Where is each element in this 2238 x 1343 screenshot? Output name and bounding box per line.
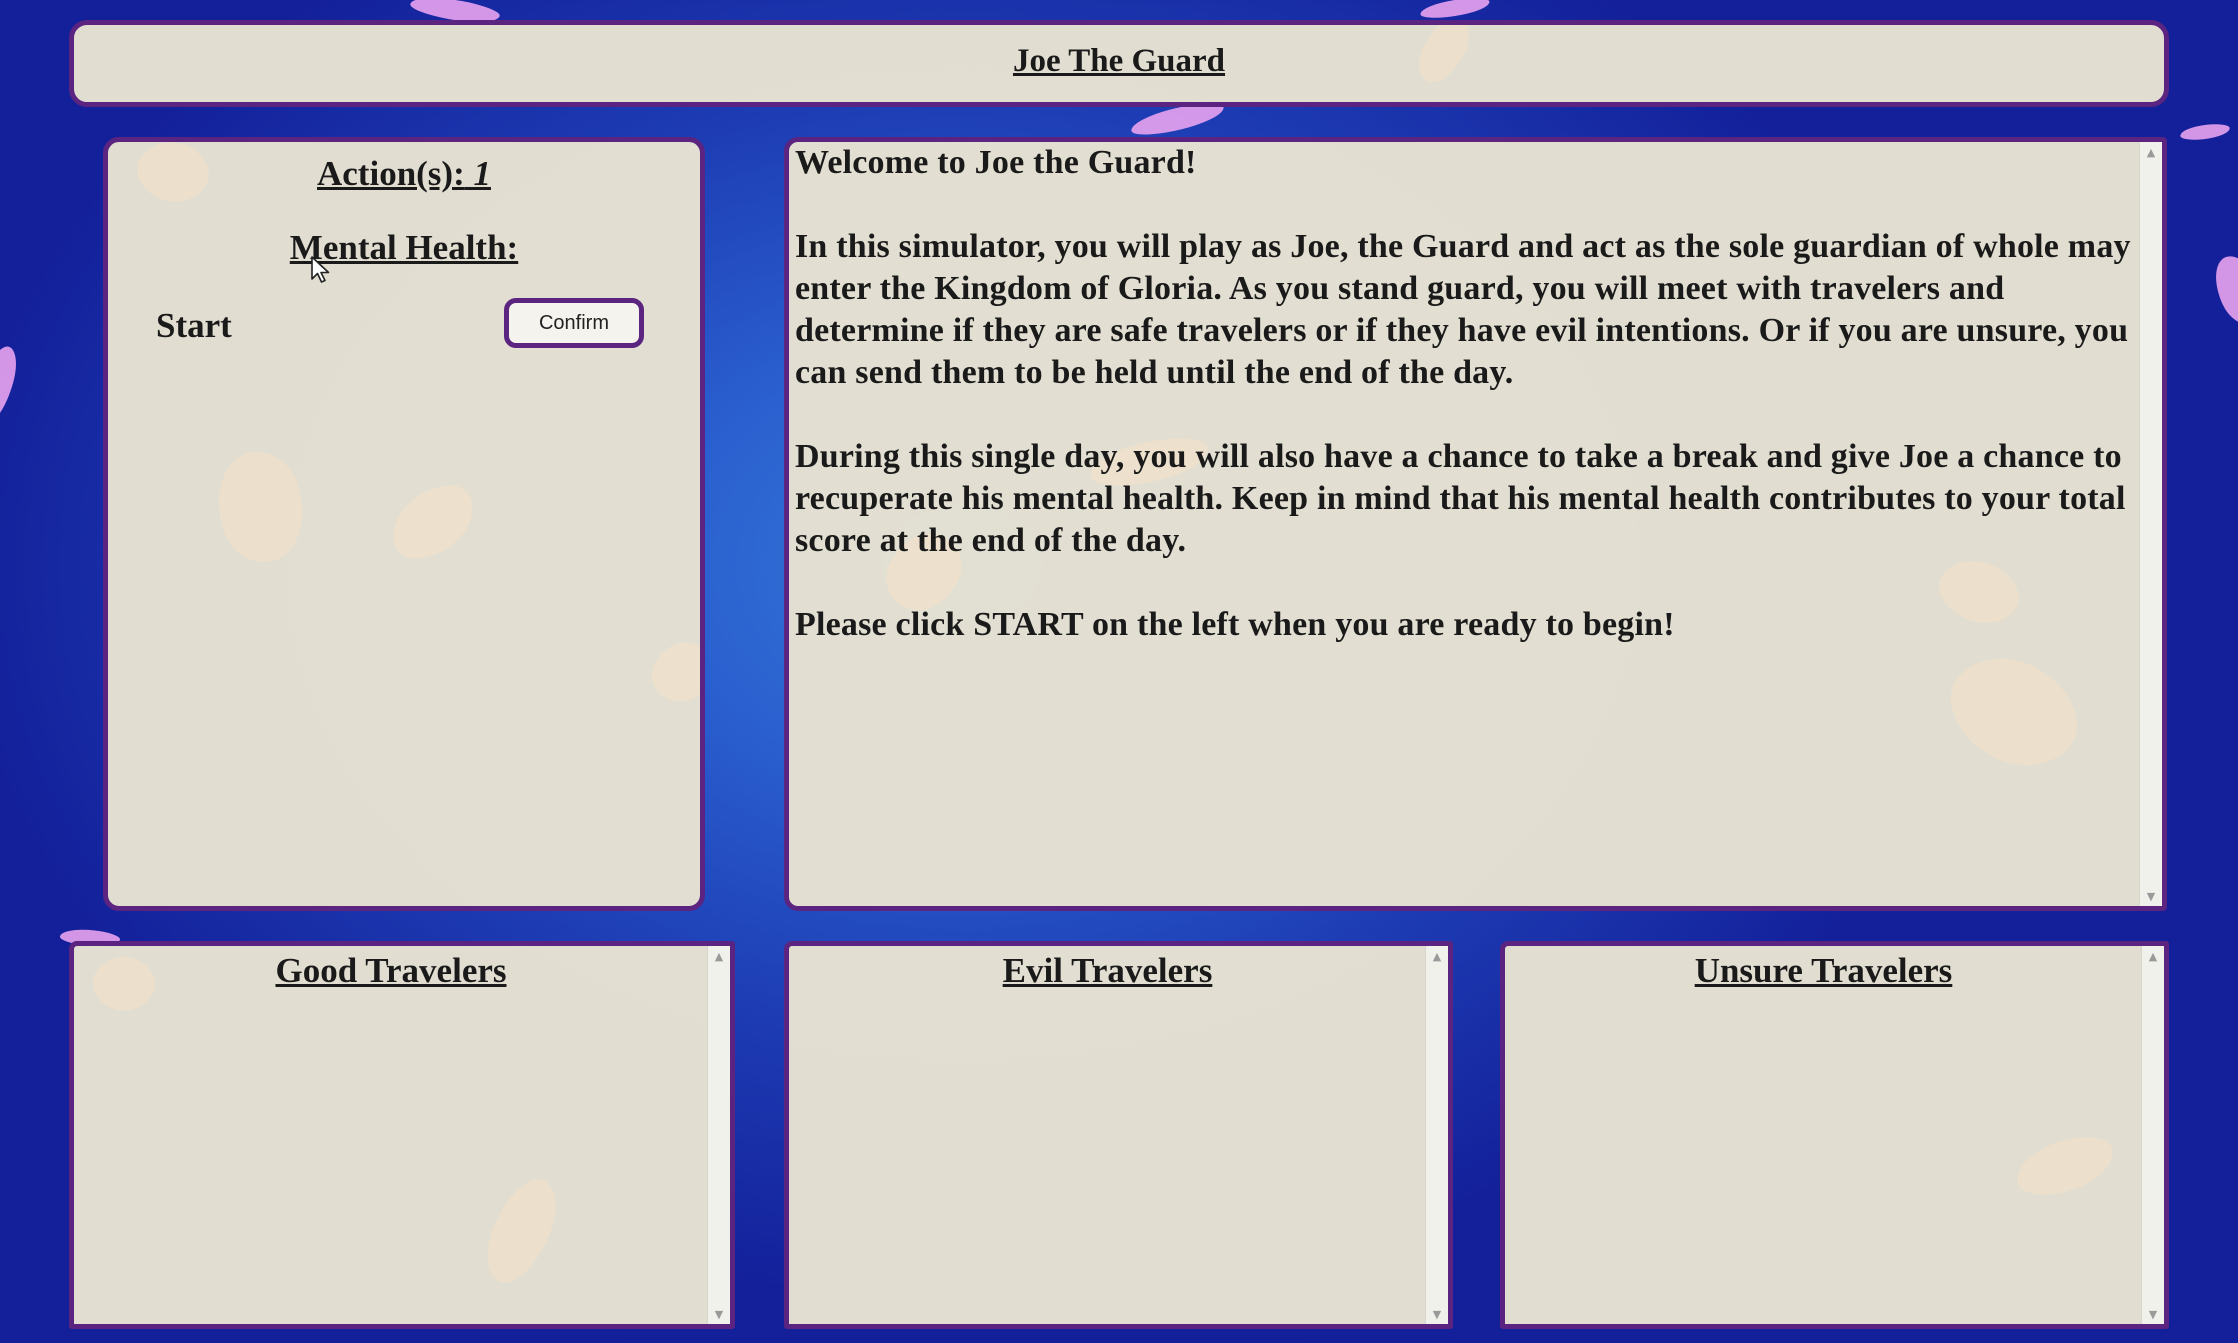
petal-decoration (2010, 1128, 2120, 1204)
petal-decoration (379, 473, 487, 571)
confirm-button[interactable]: Confirm (504, 298, 644, 348)
evil-travelers-panel[interactable]: Evil Travelers ▲ ▼ (784, 941, 1453, 1329)
story-paragraph: Welcome to Joe the Guard! (795, 144, 1197, 181)
story-paragraph: During this single day, you will also ha… (795, 438, 2126, 559)
start-option[interactable]: Start (156, 306, 232, 346)
story-scrollbar[interactable]: ▲ ▼ (2139, 142, 2162, 906)
petal-decoration (1419, 0, 1491, 21)
game-title: Joe The Guard (1012, 43, 1226, 79)
petal-decoration (476, 1169, 567, 1293)
scroll-down-icon[interactable]: ▼ (1426, 1308, 1448, 1322)
story-paragraph: In this simulator, you will play as Joe,… (795, 228, 2131, 391)
good-travelers-scrollbar[interactable]: ▲ ▼ (707, 946, 730, 1324)
story-text: Welcome to Joe the Guard! In this simula… (795, 142, 2136, 906)
title-bar: Joe The Guard (69, 20, 2169, 107)
evil-travelers-title: Evil Travelers (1002, 951, 1213, 990)
status-panel: Action(s): 1 Mental Health: Start Confir… (103, 137, 705, 911)
scroll-up-icon[interactable]: ▲ (2140, 146, 2162, 160)
petal-decoration (2179, 122, 2231, 142)
scroll-down-icon[interactable]: ▼ (708, 1308, 730, 1322)
actions-counter: Action(s): 1 (108, 154, 700, 194)
story-panel[interactable]: Welcome to Joe the Guard! In this simula… (784, 137, 2167, 911)
mental-health-label: Mental Health: (289, 228, 519, 267)
unsure-travelers-scrollbar[interactable]: ▲ ▼ (2141, 946, 2164, 1324)
actions-count: 1 (473, 154, 492, 193)
unsure-travelers-title: Unsure Travelers (1694, 951, 1953, 990)
scroll-down-icon[interactable]: ▼ (2142, 1308, 2164, 1322)
petal-decoration (0, 342, 22, 428)
unsure-travelers-panel[interactable]: Unsure Travelers ▲ ▼ (1500, 941, 2169, 1329)
scroll-up-icon[interactable]: ▲ (2142, 950, 2164, 964)
evil-travelers-scrollbar[interactable]: ▲ ▼ (1425, 946, 1448, 1324)
good-travelers-panel[interactable]: Good Travelers ▲ ▼ (69, 941, 735, 1329)
scroll-up-icon[interactable]: ▲ (708, 950, 730, 964)
scroll-up-icon[interactable]: ▲ (1426, 950, 1448, 964)
actions-label: Action(s): (317, 154, 465, 193)
petal-decoration (2205, 249, 2238, 331)
petal-decoration (201, 440, 320, 574)
story-paragraph: Please click START on the left when you … (795, 606, 1675, 643)
scroll-down-icon[interactable]: ▼ (2140, 890, 2162, 904)
mouse-cursor-icon (311, 256, 330, 283)
petal-decoration (646, 635, 700, 709)
good-travelers-title: Good Travelers (275, 951, 507, 990)
